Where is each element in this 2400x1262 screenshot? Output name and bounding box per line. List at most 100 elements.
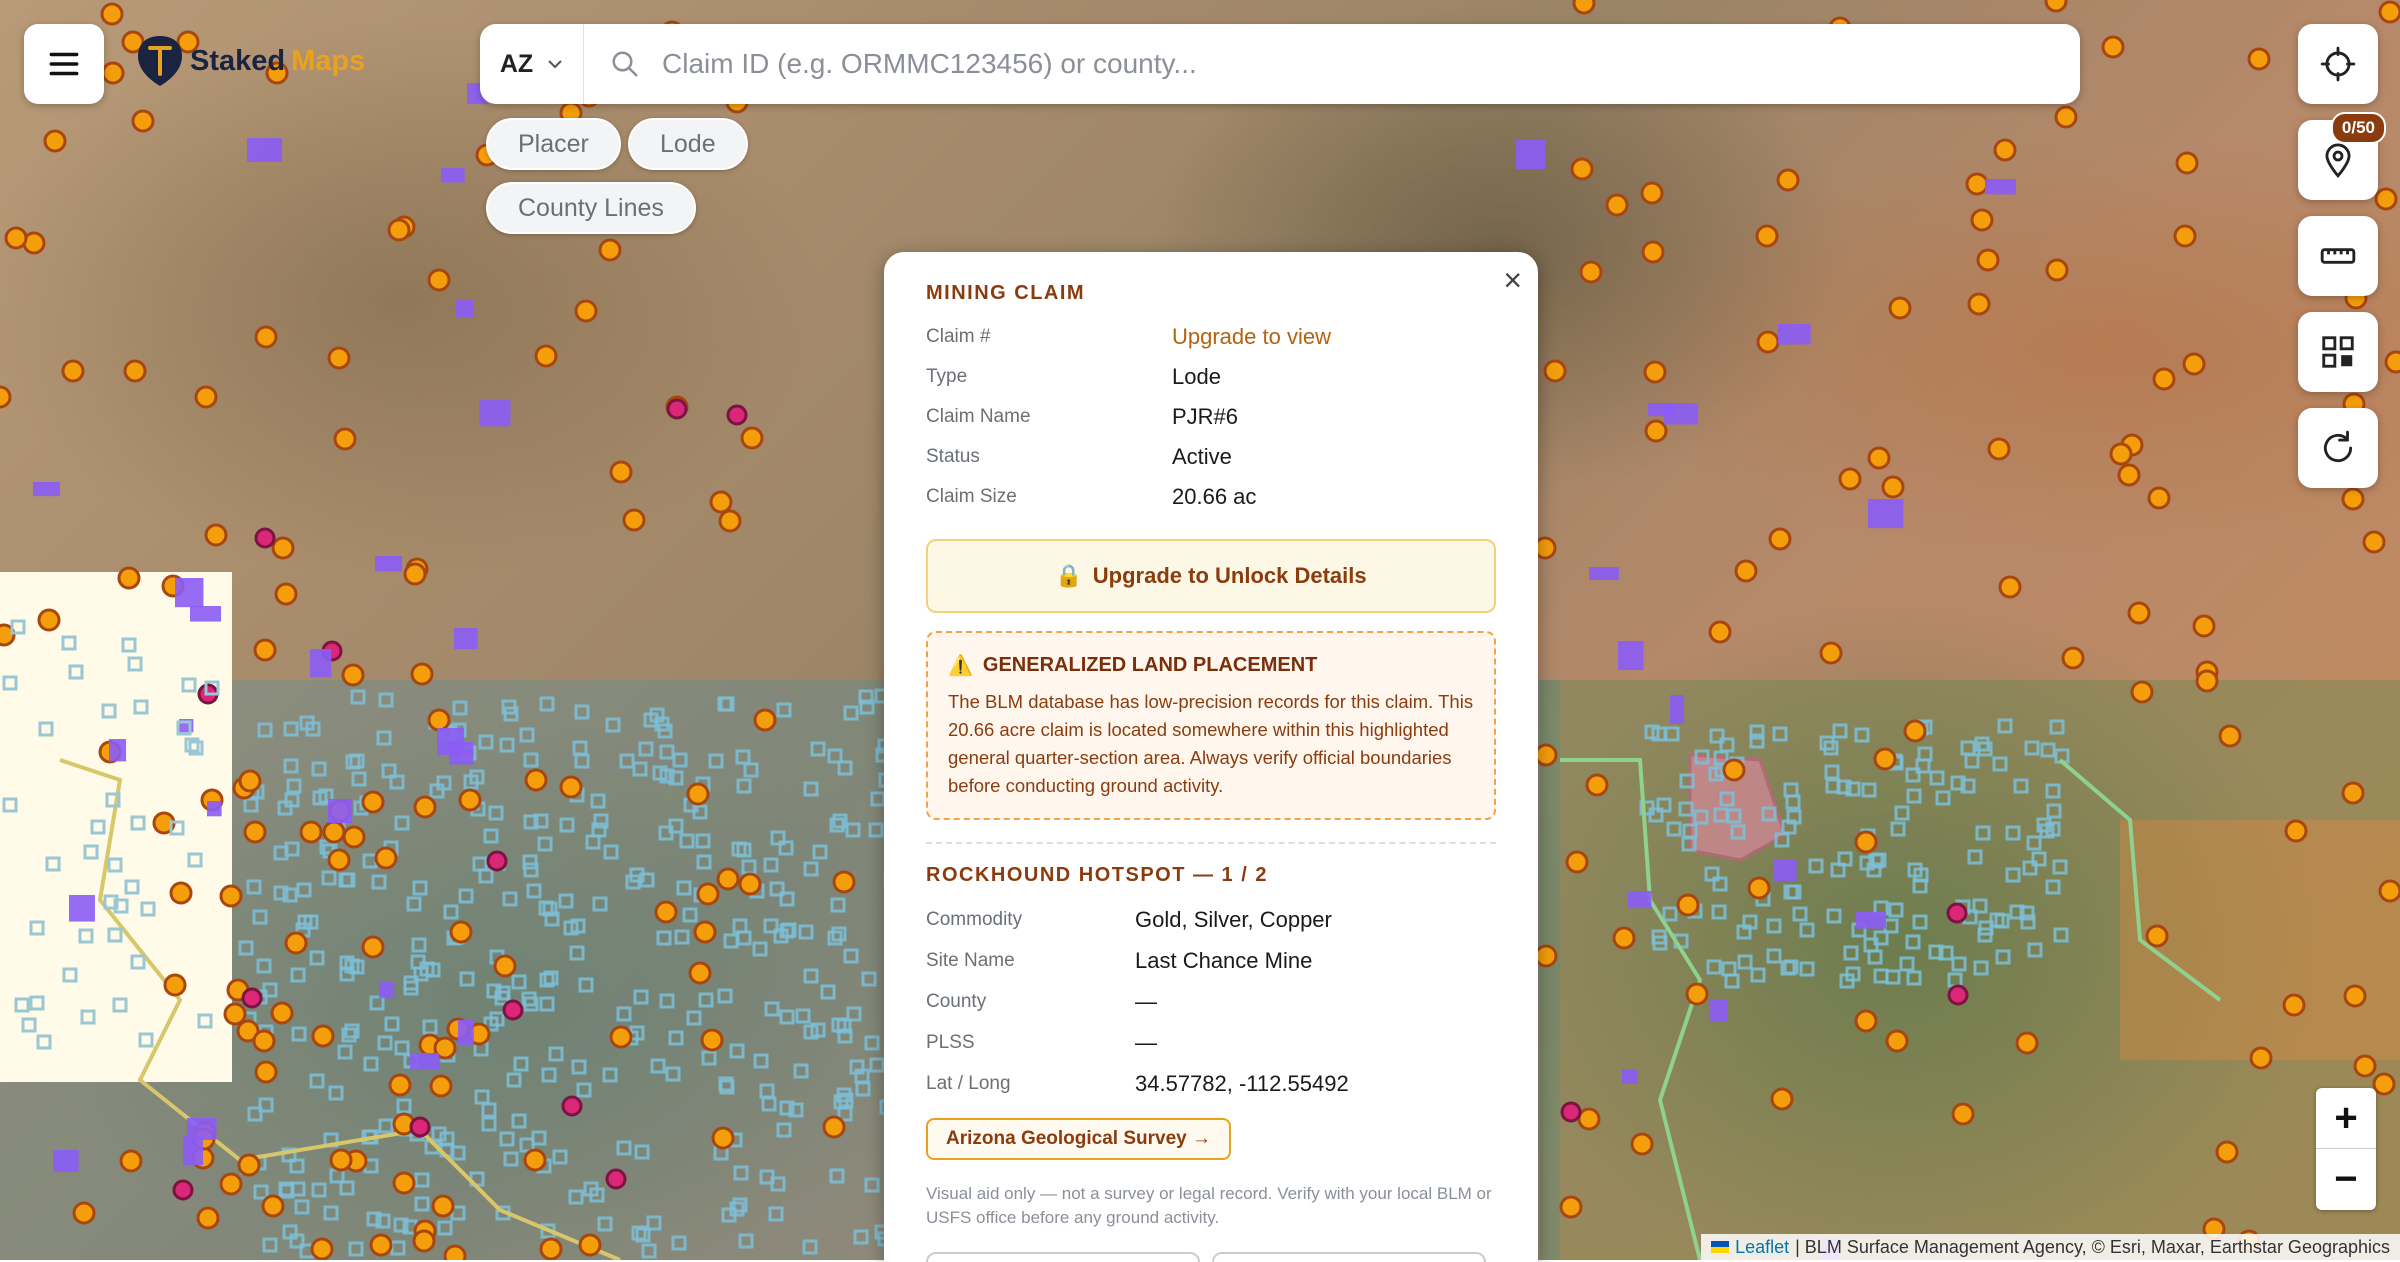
close-icon[interactable]: × [1503,264,1522,296]
lode-claim-marker [53,1150,79,1172]
zoom-control: + − [2316,1088,2376,1210]
hotspot-row-value: 34.57782, -112.55492 [1135,1071,1349,1097]
rockhound-hotspot-marker [411,1118,429,1136]
warning-title: ⚠️ GENERALIZED LAND PLACEMENT [948,653,1474,678]
lode-claim-marker [454,628,478,649]
upgrade-to-view-link[interactable]: Upgrade to view [1172,324,1331,350]
measure-button[interactable] [2298,216,2378,296]
placer-claim-marker [221,1174,241,1194]
placer-claim-marker [433,1196,453,1216]
placer-claim-marker [1905,721,1925,741]
placer-claim-marker [1883,477,1903,497]
placer-claim-marker [1607,195,1627,215]
hotspot-row-label: Lat / Long [926,1073,1135,1095]
placer-claim-marker [431,1076,451,1096]
placer-claim-marker [1574,0,1594,13]
placer-claim-marker [301,822,321,842]
layers-button[interactable] [2298,312,2378,392]
placer-claim-marker [1572,159,1592,179]
rockhound-hotspot-marker [668,400,686,418]
lode-claim-marker [458,1020,474,1045]
placer-claim-marker [526,770,546,790]
refresh-button[interactable] [2298,408,2378,488]
placer-claim-marker [2286,821,2306,841]
placer-claim-marker [1778,170,1798,190]
app-logo[interactable]: StakedMaps [136,34,365,88]
placer-claim-marker [2386,352,2400,372]
placer-claim-marker [1856,832,1876,852]
lode-claim-marker [1648,403,1673,416]
placer-claim-marker [2000,577,2020,597]
rockhound-hotspot-title: ROCKHOUND HOTSPOT — 1 / 2 [926,864,1496,887]
state-select-value: AZ [500,50,533,79]
filter-county-lines-chip[interactable]: County Lines [486,182,696,234]
popup-action-button-left[interactable] [926,1252,1200,1262]
zoom-out-button[interactable]: − [2316,1149,2376,1210]
placer-claim-marker [536,346,556,366]
placer-claim-marker [720,511,740,531]
placer-claim-marker [580,1235,600,1255]
claim-row-label: Type [926,366,1172,388]
placer-claim-marker [1978,250,1998,270]
lode-claim-marker [1628,891,1651,908]
placer-claim-marker [1614,928,1634,948]
placer-claim-marker [2343,489,2363,509]
placer-claim-marker [541,1239,561,1259]
placer-claim-marker [1632,1134,1652,1154]
placer-claim-marker [63,361,83,381]
placer-claim-marker [611,462,631,482]
placer-claim-marker [611,1027,631,1047]
lode-claim-marker [1868,499,1903,528]
saved-pins-button[interactable]: 0/50 [2298,120,2378,200]
attribution-text: | BLM Surface Management Agency, © Esri,… [1795,1237,2390,1258]
menu-button[interactable] [24,24,104,104]
grid-layers-icon [2319,333,2357,371]
placer-claim-marker [2284,995,2304,1015]
placer-claim-marker [225,1004,245,1024]
locate-button[interactable] [2298,24,2378,104]
hotspot-row-label: Site Name [926,950,1135,972]
placer-claim-marker [1535,538,1555,558]
claim-row: StatusActive [926,437,1496,477]
placer-claim-marker [429,270,449,290]
placer-claim-marker [376,848,396,868]
placer-claim-marker [1579,1109,1599,1129]
placer-claim-marker [371,1235,391,1255]
placer-claim-marker [2177,153,2197,173]
leaflet-link[interactable]: Leaflet [1735,1237,1789,1258]
placer-claim-marker [119,568,139,588]
placer-claim-marker [329,850,349,870]
placer-claim-marker [1561,1197,1581,1217]
placer-claim-marker [273,538,293,558]
search-input[interactable] [662,48,1962,80]
state-select[interactable]: AZ [480,24,584,104]
arizona-geological-survey-button[interactable]: Arizona Geological Survey → [926,1118,1231,1160]
placer-claim-marker [1758,332,1778,352]
placer-claim-marker [171,883,191,903]
rockhound-hotspot-marker [256,529,274,547]
placer-claim-marker [525,1150,545,1170]
filter-placer-chip[interactable]: Placer [486,118,621,170]
placer-claim-marker [2355,1056,2375,1076]
popup-action-button-right[interactable] [1212,1252,1486,1262]
placer-claim-marker [335,429,355,449]
placer-claim-marker [1969,294,1989,314]
placer-claim-marker [1967,174,1987,194]
generalized-placement-warning: ⚠️ GENERALIZED LAND PLACEMENT The BLM da… [926,631,1496,820]
placer-claim-marker [1687,984,1707,1004]
ruler-icon [2319,237,2357,275]
zoom-in-button[interactable]: + [2316,1088,2376,1149]
placer-claim-marker [1890,298,1910,318]
filter-lode-chip[interactable]: Lode [628,118,748,170]
placer-claim-marker [451,922,471,942]
placer-claim-marker [121,1151,141,1171]
placer-claim-marker [695,922,715,942]
hotspot-row-value: Last Chance Mine [1135,948,1312,974]
placer-claim-marker [405,564,425,584]
placer-claim-marker [256,327,276,347]
placer-claim-marker [329,348,349,368]
placer-claim-marker [2047,260,2067,280]
upgrade-unlock-button[interactable]: 🔒 Upgrade to Unlock Details [926,539,1496,613]
placer-claim-marker [2249,49,2269,69]
placer-claim-marker [415,797,435,817]
